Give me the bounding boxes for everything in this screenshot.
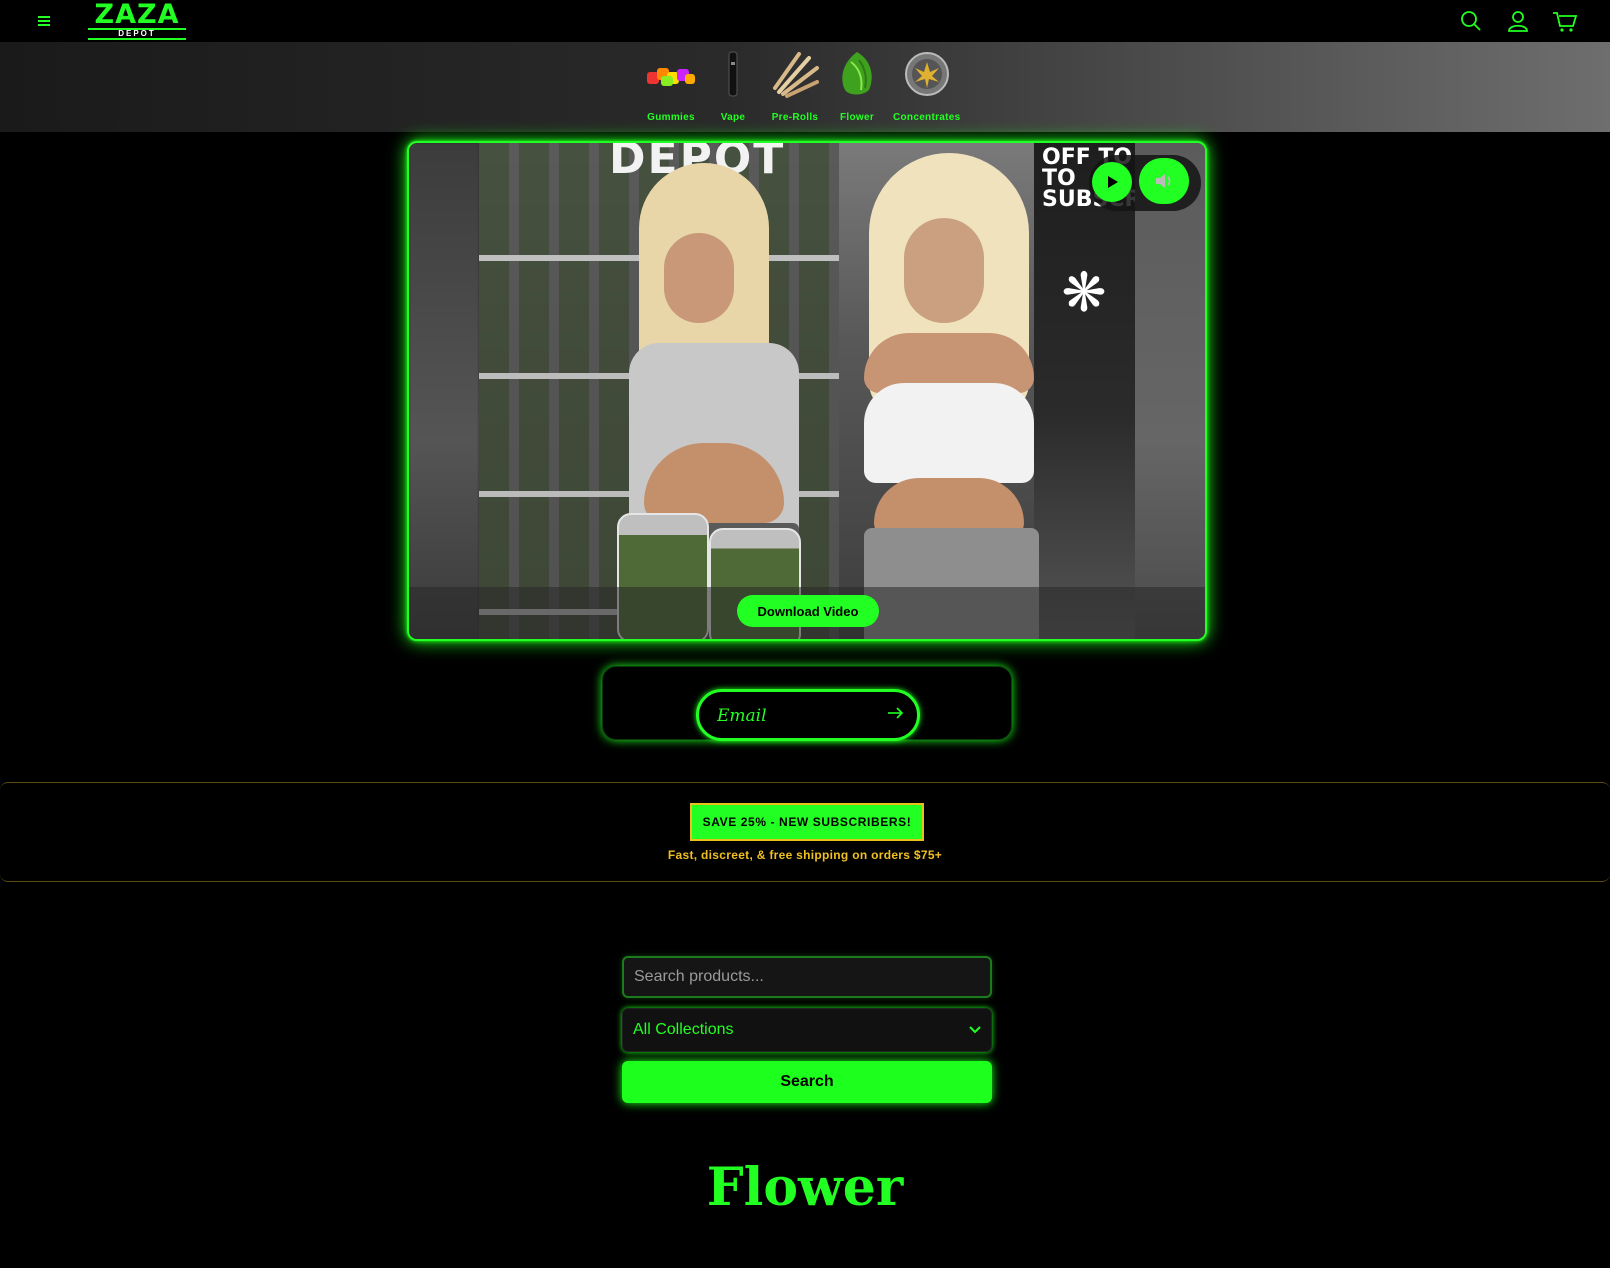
sign-panel: OFF TO N TO SUBSCRI ❋ bbox=[1034, 143, 1139, 639]
account-icon[interactable] bbox=[1503, 6, 1533, 36]
promo-badge[interactable]: SAVE 25% - NEW SUBSCRIBERS! bbox=[690, 803, 924, 841]
logo-text: ZAZA bbox=[94, 0, 180, 30]
play-icon[interactable] bbox=[1092, 162, 1132, 202]
category-list: Gummies Vape Pre-Rolls Flower Concentrat… bbox=[645, 46, 961, 130]
video-controls bbox=[1089, 155, 1201, 211]
person-right-top bbox=[864, 383, 1034, 483]
site-logo[interactable]: ZAZA DEPOT bbox=[82, 0, 192, 40]
category-flower[interactable]: Flower bbox=[831, 46, 883, 130]
vape-icon bbox=[707, 46, 759, 102]
shipping-text: Fast, discreet, & free shipping on order… bbox=[667, 848, 943, 862]
concentrates-icon bbox=[901, 46, 953, 102]
category-concentrates[interactable]: Concentrates bbox=[893, 46, 961, 130]
search-input[interactable] bbox=[622, 956, 992, 998]
gummies-icon bbox=[645, 46, 697, 102]
site-header: ZAZA DEPOT bbox=[0, 0, 1610, 42]
search-icon[interactable] bbox=[1456, 6, 1486, 36]
category-label: Concentrates bbox=[893, 112, 961, 123]
collection-select-value: All Collections bbox=[633, 1021, 734, 1038]
hamburger-icon[interactable] bbox=[36, 10, 52, 32]
search-button[interactable]: Search bbox=[622, 1061, 992, 1103]
person-left-face bbox=[664, 233, 734, 323]
category-label: Gummies bbox=[647, 112, 695, 123]
cart-icon[interactable] bbox=[1550, 6, 1580, 36]
video-blur-right bbox=[1135, 143, 1205, 639]
category-strip: Gummies Vape Pre-Rolls Flower Concentrat… bbox=[0, 42, 1610, 132]
chevron-down-icon bbox=[969, 1021, 981, 1039]
email-input[interactable] bbox=[717, 702, 867, 730]
page-title: Flower bbox=[706, 1157, 904, 1218]
category-label: Flower bbox=[839, 112, 875, 123]
category-prerolls[interactable]: Pre-Rolls bbox=[769, 46, 821, 130]
download-video-button[interactable]: Download Video bbox=[737, 595, 879, 627]
category-label: Vape bbox=[720, 112, 746, 123]
promo-video[interactable]: DEPOT OFF TO N TO SUBSCRI ❋ Download Vid… bbox=[407, 141, 1207, 641]
speaker-icon[interactable] bbox=[1139, 158, 1189, 204]
arrow-right-icon[interactable] bbox=[883, 705, 909, 727]
category-vape[interactable]: Vape bbox=[707, 46, 759, 130]
category-label: Pre-Rolls bbox=[771, 112, 819, 123]
cannabis-leaf-icon: ❋ bbox=[1061, 263, 1107, 323]
collection-select[interactable]: All Collections bbox=[622, 1008, 992, 1052]
email-signup bbox=[602, 666, 1012, 741]
category-gummies[interactable]: Gummies bbox=[645, 46, 697, 130]
person-right-face bbox=[904, 218, 984, 323]
prerolls-icon bbox=[769, 46, 821, 102]
flower-icon bbox=[831, 46, 883, 102]
video-blur-left bbox=[409, 143, 479, 639]
promo-banner: SAVE 25% - NEW SUBSCRIBERS! Fast, discre… bbox=[0, 782, 1610, 882]
email-pill bbox=[696, 689, 920, 741]
video-still-image: DEPOT OFF TO N TO SUBSCRI ❋ bbox=[479, 143, 1139, 639]
